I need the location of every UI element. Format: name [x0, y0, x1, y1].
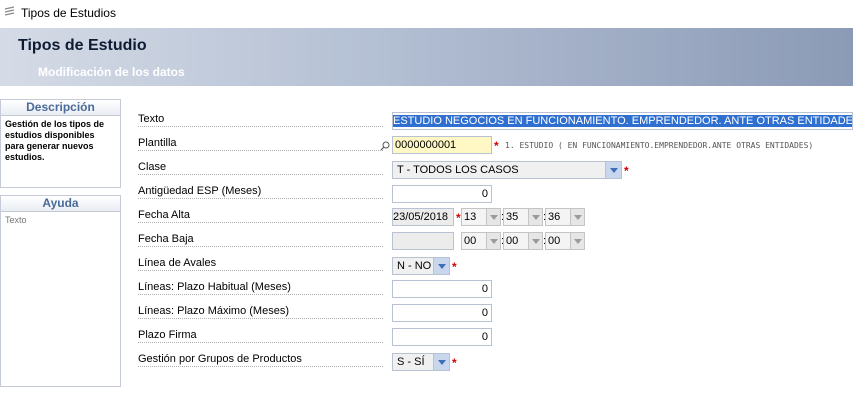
clase-select[interactable]: T - TODOS LOS CASOS — [392, 161, 622, 179]
header-banner: Tipos de Estudio Modificación de los dat… — [0, 28, 853, 86]
chevron-down-icon[interactable] — [605, 162, 621, 178]
chevron-down-icon[interactable] — [528, 209, 542, 225]
clase-value: T - TODOS LOS CASOS — [397, 164, 519, 176]
fecha-baja-minute-value: 00 — [506, 235, 519, 247]
fecha-baja-hour-value: 00 — [464, 235, 477, 247]
antiguedad-underline — [138, 198, 383, 199]
fecha-alta-hour-value: 13 — [464, 211, 477, 223]
gestion-grupos-select[interactable]: S - SÍ — [392, 353, 450, 371]
chevron-down-icon[interactable] — [570, 209, 584, 225]
plazo-firma-underline — [138, 342, 383, 343]
chevron-down-icon[interactable] — [486, 233, 500, 249]
plazo-firma-input[interactable]: 0 — [392, 328, 492, 346]
fecha-alta-required-marker: * — [456, 211, 461, 225]
gestion-grupos-value: S - SÍ — [397, 356, 425, 368]
plantilla-description: 1. ESTUDIO ( EN FUNCIONAMIENTO.EMPRENDED… — [505, 141, 814, 150]
fecha-alta-label: Fecha Alta — [138, 209, 190, 221]
chevron-down-icon[interactable] — [570, 233, 584, 249]
antiguedad-input[interactable]: 0 — [392, 185, 492, 203]
page-subtitle: Modificación de los datos — [38, 65, 185, 79]
texto-underline — [138, 126, 383, 127]
plazo-firma-label: Plazo Firma — [138, 329, 197, 341]
plantilla-label: Plantilla — [138, 137, 177, 149]
chevron-down-icon[interactable] — [433, 258, 449, 274]
plazo-maximo-label: Líneas: Plazo Máximo (Meses) — [138, 305, 289, 317]
plantilla-input[interactable]: 0000000001 — [392, 136, 492, 154]
description-text: Gestión de los tipos de estudios disponi… — [5, 119, 105, 162]
page-title: Tipos de Estudio — [18, 37, 147, 54]
app-icon — [4, 6, 15, 16]
plazo-maximo-input[interactable]: 0 — [392, 304, 492, 322]
fecha-baja-minute[interactable]: 00 — [503, 232, 543, 250]
clase-underline — [138, 174, 383, 175]
fecha-alta-date[interactable]: 23/05/2018 — [392, 208, 454, 226]
gestion-grupos-required-marker: * — [452, 356, 457, 370]
chevron-down-icon[interactable] — [433, 354, 449, 370]
plantilla-required-marker: * — [494, 139, 499, 153]
chevron-down-icon[interactable] — [486, 209, 500, 225]
gestion-grupos-label: Gestión por Grupos de Productos — [138, 353, 302, 365]
fecha-baja-second-value: 00 — [548, 235, 561, 247]
linea-avales-select[interactable]: N - NO — [392, 257, 450, 275]
clase-required-marker: * — [624, 164, 629, 178]
fecha-baja-underline — [138, 246, 383, 247]
plazo-habitual-input[interactable]: 0 — [392, 280, 492, 298]
linea-avales-label: Línea de Avales — [138, 257, 217, 269]
window-titlebar: Tipos de Estudios — [0, 0, 853, 26]
chevron-down-icon[interactable] — [528, 233, 542, 249]
fecha-baja-date[interactable] — [392, 232, 454, 250]
fecha-baja-label: Fecha Baja — [138, 233, 194, 245]
fecha-alta-underline — [138, 222, 383, 223]
help-text: Texto — [5, 215, 27, 225]
help-header: Ayuda — [1, 196, 120, 212]
search-icon[interactable] — [380, 141, 390, 151]
description-panel: Descripción Gestión de los tipos de estu… — [0, 99, 121, 188]
fecha-baja-second[interactable]: 00 — [545, 232, 585, 250]
texto-value: ESTUDIO NEGOCIOS EN FUNCIONAMIENTO. EMPR… — [393, 115, 852, 127]
window-title: Tipos de Estudios — [21, 6, 116, 20]
fecha-alta-second[interactable]: 36 — [545, 208, 585, 226]
linea-avales-value: N - NO — [397, 260, 432, 272]
description-header: Descripción — [1, 100, 120, 116]
gestion-grupos-underline — [138, 366, 383, 367]
clase-label: Clase — [138, 161, 167, 173]
fecha-alta-minute[interactable]: 35 — [503, 208, 543, 226]
fecha-baja-hour[interactable]: 00 — [461, 232, 501, 250]
plazo-habitual-label: Líneas: Plazo Habitual (Meses) — [138, 281, 291, 293]
plantilla-underline — [138, 150, 383, 151]
help-panel: Ayuda Texto — [0, 195, 121, 387]
plazo-maximo-underline — [138, 318, 383, 319]
plazo-habitual-underline — [138, 294, 383, 295]
antiguedad-label: Antigüedad ESP (Meses) — [138, 185, 262, 197]
texto-input[interactable]: ESTUDIO NEGOCIOS EN FUNCIONAMIENTO. EMPR… — [392, 112, 853, 130]
fecha-alta-minute-value: 35 — [506, 211, 519, 223]
texto-label: Texto — [138, 113, 165, 125]
fecha-alta-second-value: 36 — [548, 211, 561, 223]
linea-avales-required-marker: * — [452, 260, 457, 274]
fecha-alta-hour[interactable]: 13 — [461, 208, 501, 226]
linea-avales-underline — [138, 270, 383, 271]
